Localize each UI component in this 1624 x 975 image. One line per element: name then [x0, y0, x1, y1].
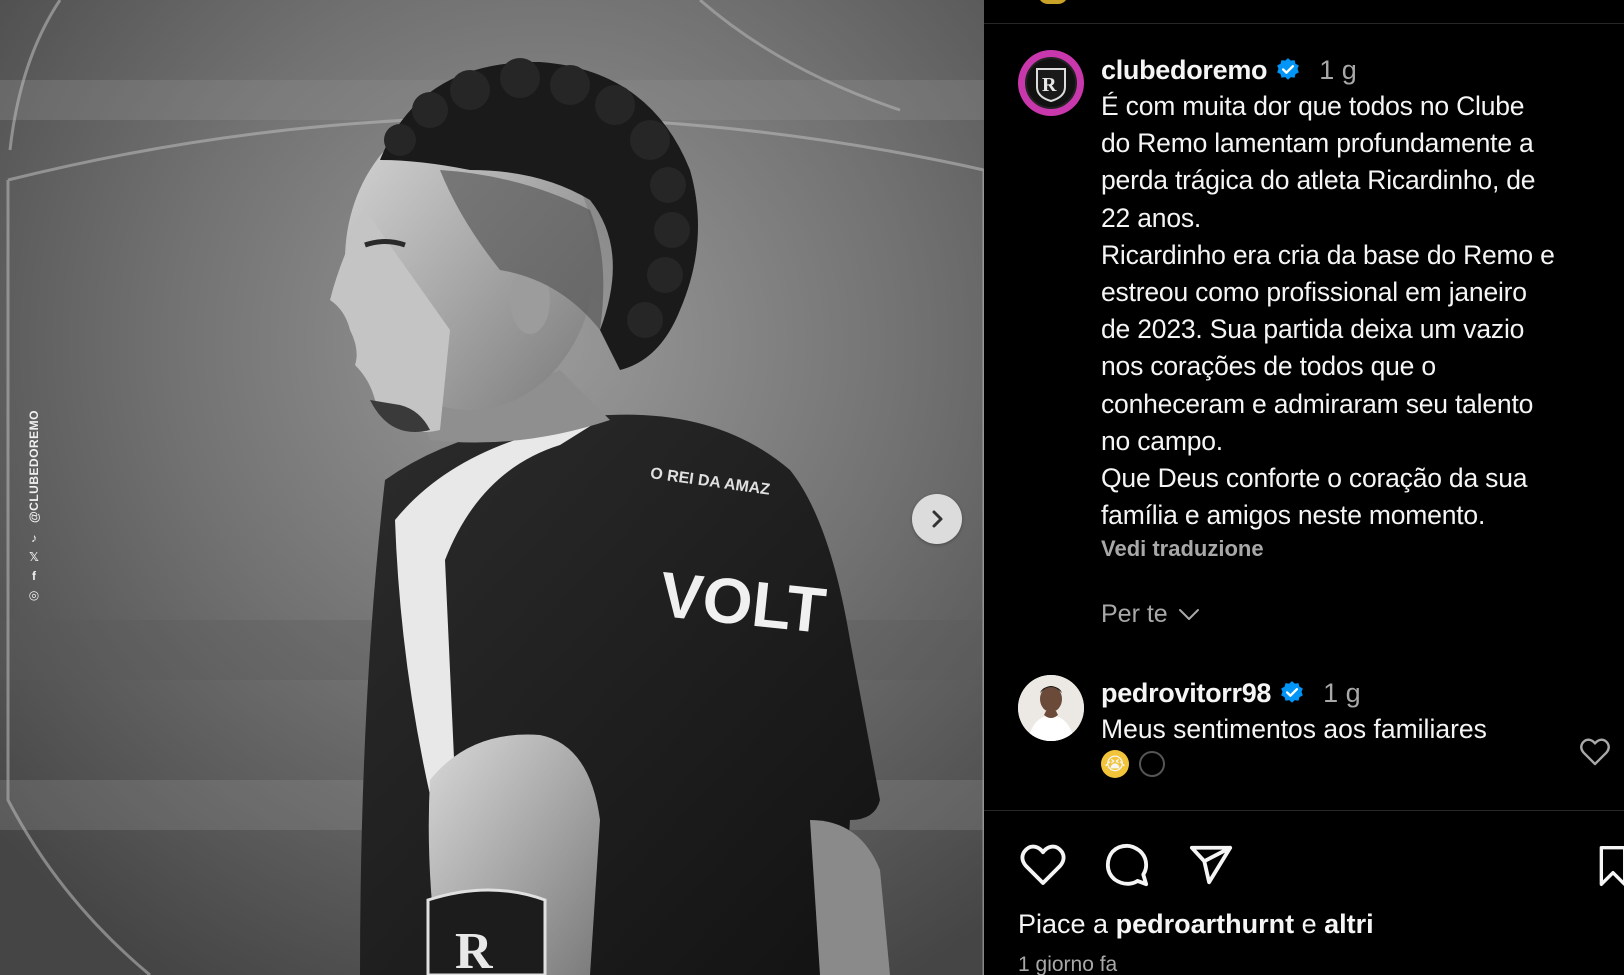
author-username[interactable]: clubedoremo — [1101, 55, 1268, 86]
post-caption-block: clubedoremo 1 g É com muita dor que todo… — [1101, 52, 1606, 562]
post-caption: É com muita dor que todos no Clube do Re… — [1101, 88, 1606, 534]
verified-badge-icon — [1277, 58, 1300, 80]
caption-line: É com muita dor que todos no Clube — [1101, 91, 1525, 121]
caption-line: perda trágica do atleta Ricardinho, de — [1101, 165, 1536, 196]
liked-by-others-link[interactable]: altri — [1324, 909, 1374, 939]
comment-sort-dropdown[interactable]: Per te — [1101, 600, 1200, 629]
comment-time[interactable]: 1 g — [1323, 678, 1361, 709]
likes-prefix: Piace a — [1018, 909, 1109, 939]
comment-item: pedrovitorr98 1 g Meus sentimentos aos f… — [1101, 675, 1551, 778]
commenter-username[interactable]: pedrovitorr98 — [1101, 678, 1271, 709]
svg-text:R: R — [1042, 74, 1057, 96]
share-button[interactable] — [1186, 840, 1236, 890]
post-time[interactable]: 1 g — [1319, 55, 1357, 86]
next-media-button[interactable] — [912, 494, 962, 544]
side-handle-text: @CLUBEDOREMO — [27, 410, 41, 524]
x-icon: 𝕏 — [29, 550, 39, 565]
instagram-icon: ◎ — [28, 588, 40, 603]
caption-line: do Remo lamentam profundamente a — [1101, 128, 1534, 159]
paper-plane-icon — [1189, 845, 1233, 885]
post-media[interactable]: R VOLT O REI DA AMAZ @CLUBEDOREMO ♪ 𝕏 f … — [0, 0, 984, 975]
bookmark-icon[interactable] — [1598, 843, 1624, 889]
post-details-panel: R clubedoremo 1 g É com muita dor que to… — [984, 0, 1624, 975]
verified-badge-icon — [1281, 681, 1303, 703]
see-translation-link[interactable]: Vedi traduzione — [1101, 536, 1606, 562]
commenter-photo — [1018, 675, 1084, 741]
chevron-down-icon — [1178, 608, 1199, 620]
caption-line: de 2023. Sua partida deixa um vazio — [1101, 314, 1525, 345]
comment-text: Meus sentimentos aos familiares — [1101, 714, 1487, 744]
likes-conjunction: e — [1301, 909, 1317, 939]
comment-reactions: 😭 — [1101, 750, 1551, 778]
likes-summary: Piace a pedroarthurnt e altri — [1018, 909, 1374, 940]
empty-reaction-icon — [1139, 751, 1165, 777]
tiktok-icon: ♪ — [30, 531, 37, 546]
post-date[interactable]: 1 giorno fa — [1018, 953, 1117, 975]
caption-line: nos corações de todos que o — [1101, 351, 1436, 382]
comment-bubble-icon — [1105, 843, 1149, 887]
like-button[interactable] — [1018, 840, 1068, 890]
post-actions-bar — [1018, 840, 1236, 890]
player-photo: R VOLT O REI DA AMAZ — [0, 0, 984, 975]
panel-header-stub — [984, 0, 1624, 24]
commenter-avatar[interactable] — [1018, 675, 1084, 741]
caption-line: Que Deus conforte o coração da sua — [1101, 463, 1528, 494]
like-comment-heart-icon[interactable] — [1579, 737, 1611, 767]
caption-line: no campo. — [1101, 425, 1223, 456]
author-avatar[interactable]: R — [1018, 50, 1084, 116]
caption-line: família e amigos neste momento. — [1101, 500, 1486, 531]
section-divider — [984, 810, 1624, 811]
liked-by-username[interactable]: pedroarthurnt — [1116, 909, 1295, 939]
chevron-right-icon — [932, 510, 943, 528]
caption-line: estreou como profissional em janeiro — [1101, 277, 1527, 308]
social-watermark: @CLUBEDOREMO ♪ 𝕏 f ◎ — [22, 410, 46, 630]
caption-line: Ricardinho era cria da base do Remo e — [1101, 239, 1555, 270]
club-crest-icon: R — [1036, 68, 1066, 103]
side-social-icons: ♪ 𝕏 f ◎ — [29, 531, 39, 602]
heart-icon — [1020, 844, 1066, 885]
svg-text:R: R — [455, 923, 494, 975]
comment-sort-label: Per te — [1101, 600, 1168, 628]
facebook-icon: f — [31, 569, 36, 584]
crying-emoji-icon: 😭 — [1101, 750, 1129, 778]
caption-line: conheceram e admiraram seu talento — [1101, 388, 1534, 419]
comment-button[interactable] — [1102, 840, 1152, 890]
caption-line: 22 anos. — [1101, 202, 1202, 233]
